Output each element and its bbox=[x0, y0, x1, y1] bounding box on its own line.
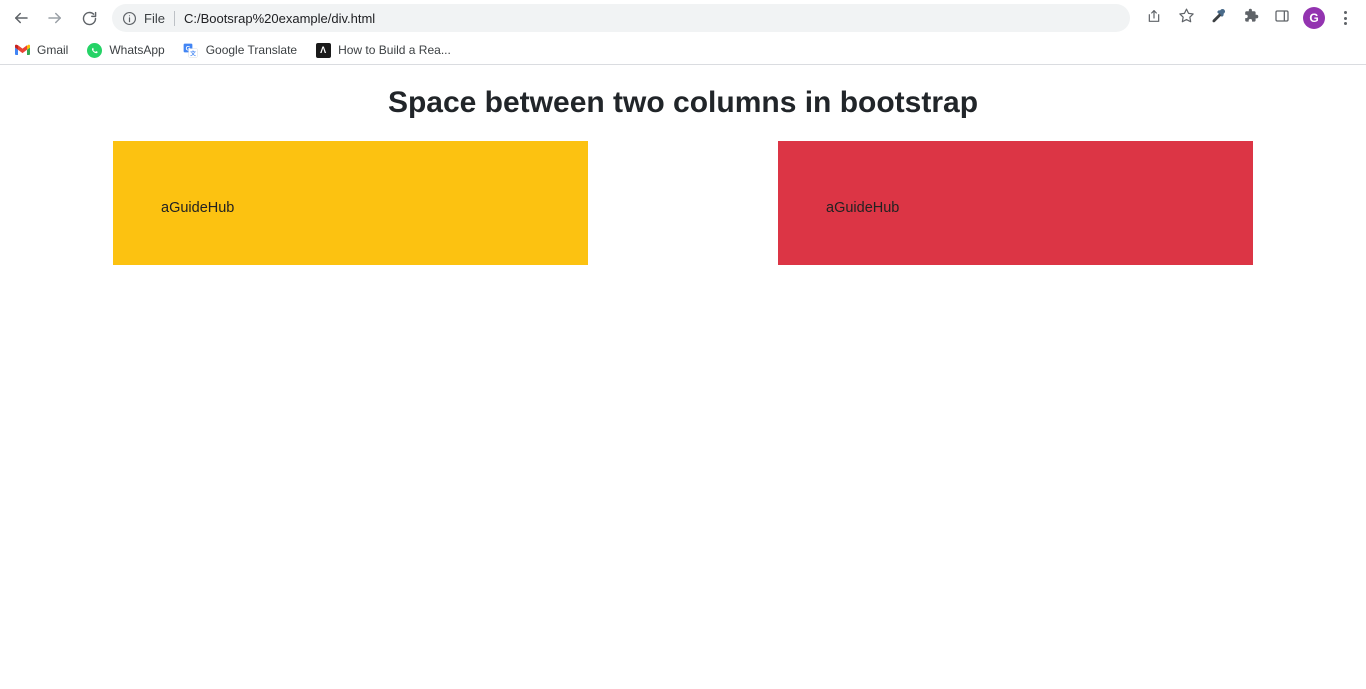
google-translate-icon: G 文 bbox=[183, 42, 199, 58]
profile-button[interactable]: G bbox=[1300, 4, 1328, 32]
bookmark-whatsapp[interactable]: WhatsApp bbox=[78, 39, 172, 61]
avatar: G bbox=[1303, 7, 1325, 29]
arrow-left-icon bbox=[12, 9, 30, 27]
columns-row: aGuideHub aGuideHub bbox=[113, 121, 1253, 265]
omnibox-divider bbox=[173, 10, 175, 26]
forward-button[interactable] bbox=[40, 3, 70, 33]
back-button[interactable] bbox=[6, 3, 36, 33]
dark-site-icon: Λ bbox=[315, 42, 331, 58]
url-text[interactable]: C:/Bootsrap%20example/div.html bbox=[184, 11, 375, 26]
extensions-button[interactable] bbox=[1236, 4, 1264, 32]
address-bar[interactable]: File C:/Bootsrap%20example/div.html bbox=[112, 4, 1130, 32]
menu-dot bbox=[1343, 16, 1347, 20]
bookmark-gmail[interactable]: Gmail bbox=[6, 39, 76, 61]
bookmarks-bar: Gmail WhatsApp G 文 Google Translate Λ Ho… bbox=[0, 36, 1366, 64]
bookmark-label: How to Build a Rea... bbox=[338, 43, 451, 57]
share-icon bbox=[1146, 8, 1162, 29]
red-column: aGuideHub bbox=[778, 141, 1253, 265]
whatsapp-icon bbox=[86, 42, 102, 58]
page-content: Space between two columns in bootstrap a… bbox=[0, 65, 1366, 689]
arrow-right-icon bbox=[46, 9, 64, 27]
yellow-column: aGuideHub bbox=[113, 141, 588, 265]
bookmark-star-button[interactable] bbox=[1172, 4, 1200, 32]
reload-icon bbox=[81, 10, 98, 27]
gmail-icon bbox=[14, 42, 30, 58]
share-button[interactable] bbox=[1140, 4, 1168, 32]
side-panel-button[interactable] bbox=[1268, 4, 1296, 32]
url-scheme-label: File bbox=[144, 10, 165, 26]
eyedropper-icon bbox=[1210, 7, 1227, 29]
reload-button[interactable] bbox=[74, 3, 104, 33]
bookmark-label: Google Translate bbox=[205, 43, 298, 57]
extensions-puzzle-icon bbox=[1242, 7, 1259, 29]
bookmark-how-to-build-a-rea[interactable]: Λ How to Build a Rea... bbox=[307, 39, 459, 61]
browser-toolbar: File C:/Bootsrap%20example/div.html G bbox=[0, 0, 1366, 36]
browser-chrome: File C:/Bootsrap%20example/div.html G Gm… bbox=[0, 0, 1366, 65]
three-dot-menu-icon[interactable] bbox=[1332, 4, 1358, 32]
bookmark-google-translate[interactable]: G 文 Google Translate bbox=[175, 39, 305, 61]
column-label: aGuideHub bbox=[161, 200, 235, 216]
menu-dot bbox=[1343, 11, 1347, 14]
eyedropper-button[interactable] bbox=[1204, 4, 1232, 32]
bookmark-label: Gmail bbox=[37, 43, 69, 57]
column-label: aGuideHub bbox=[826, 200, 900, 216]
side-panel-icon bbox=[1274, 8, 1290, 29]
info-circle-icon[interactable] bbox=[122, 11, 137, 26]
bookmark-star-icon bbox=[1178, 7, 1195, 29]
menu-dot bbox=[1343, 22, 1347, 25]
bookmark-label: WhatsApp bbox=[109, 43, 165, 57]
page-title: Space between two columns in bootstrap bbox=[387, 86, 979, 119]
